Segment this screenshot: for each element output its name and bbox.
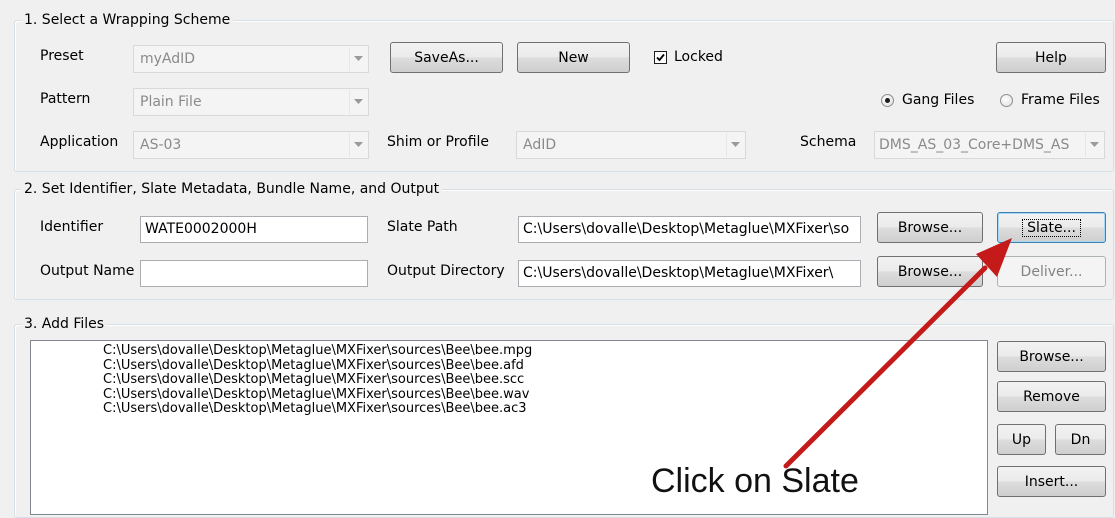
annotation-text: Click on Slate xyxy=(651,462,859,500)
annotation-arrow xyxy=(783,238,1012,469)
